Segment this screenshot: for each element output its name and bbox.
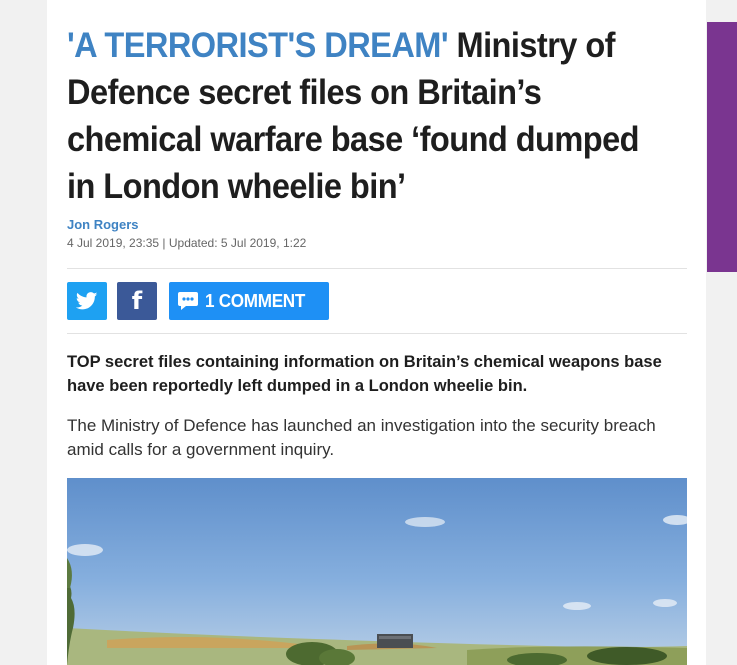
headline-kicker: 'A TERRORIST'S DREAM' [67,26,449,65]
article-lead: TOP secret files containing information … [67,353,662,395]
divider-top [67,268,687,269]
comment-bubble-icon [177,291,199,311]
article-headline: 'A TERRORIST'S DREAM' Ministry of Defenc… [67,22,644,210]
comment-count-label: 1 COMMENT [205,290,306,311]
article-body-paragraph: The Ministry of Defence has launched an … [67,416,656,459]
twitter-icon [76,292,98,310]
comments-button[interactable]: 1 COMMENT [169,282,329,320]
divider-bottom [67,333,687,334]
advert-banner[interactable] [707,22,737,272]
article-hero-image [67,478,687,665]
article-timestamp: 4 Jul 2019, 23:35 | Updated: 5 Jul 2019,… [67,236,307,250]
author-link[interactable]: Jon Rogers [67,217,139,232]
facebook-share-button[interactable]: f [117,282,157,320]
twitter-share-button[interactable] [67,282,107,320]
facebook-icon: f [131,287,143,315]
article-page: 'A TERRORIST'S DREAM' Ministry of Defenc… [47,0,706,665]
